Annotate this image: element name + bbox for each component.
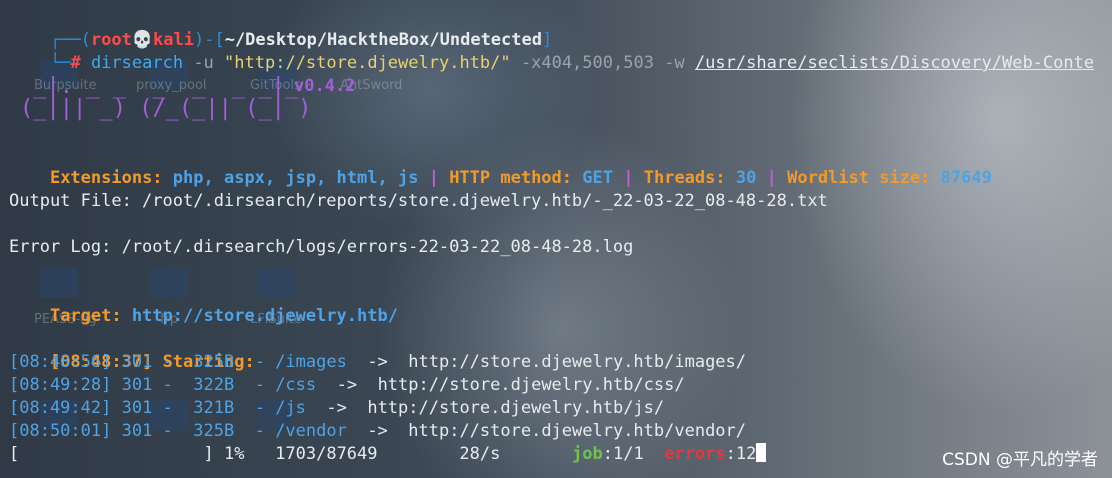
job-value: :1/1 — [602, 444, 644, 464]
banner-art-line1: _|. _ _ _ _ _ _|_ — [20, 74, 299, 99]
command-url: "http://store.djewelry.htb/" — [224, 53, 511, 73]
prompt-hash: # — [70, 53, 81, 73]
job-label: job — [572, 444, 603, 464]
result-status: 301 - — [121, 375, 173, 395]
skull-icon: 💀 — [131, 30, 154, 50]
prompt-close: ] — [541, 30, 553, 50]
target-value: http://store.djewelry.htb/ — [131, 306, 398, 326]
separator: | — [428, 168, 439, 188]
errors-value: :12 — [725, 444, 757, 464]
result-dash: - — [234, 421, 265, 441]
result-path: /js — [275, 398, 306, 418]
result-size: 325B — [172, 352, 235, 372]
extensions-label: Extensions: — [49, 168, 163, 188]
prompt-open-bracket: ┌──( — [49, 30, 91, 50]
prompt-host: kali — [153, 30, 194, 50]
result-row: [08:49:42] 301 - 321B - /js -> http://st… — [9, 397, 1112, 420]
result-arrow: -> — [346, 352, 409, 372]
result-status: 301 - — [121, 352, 173, 372]
result-redirect: http://store.djewelry.htb/js/ — [367, 398, 665, 418]
result-dash: - — [234, 352, 265, 372]
result-path: /vendor — [275, 421, 347, 441]
starting-line: [08:48:37] Starting: — [9, 328, 1112, 372]
result-status: 301 - — [121, 398, 173, 418]
progress-percent: 1% — [223, 444, 245, 464]
result-time: [08:50:01] — [9, 421, 112, 441]
result-size: 322B — [172, 375, 235, 395]
output-file-line: Output File: /root/.dirsearch/reports/st… — [9, 191, 828, 211]
result-time: [08:48:56] — [9, 352, 112, 372]
wordlist-size-value: 87649 — [940, 168, 992, 188]
http-method-value: GET — [582, 168, 613, 188]
progress-bar: [ ] — [9, 444, 214, 464]
command-flag-w: -w — [664, 53, 685, 73]
threads-label: Threads: — [643, 168, 726, 188]
command-wordlist-path: /usr/share/seclists/Discovery/Web-Conte — [694, 53, 1095, 73]
command-flag-x: -x404,500,503 — [520, 53, 654, 73]
result-status: 301 - — [121, 421, 173, 441]
terminal-cursor — [756, 443, 767, 462]
target-label: Target: — [49, 306, 122, 326]
result-size: 325B — [172, 421, 235, 441]
csdn-watermark: CSDN @平凡的学者 — [942, 450, 1098, 470]
separator: | — [766, 168, 777, 188]
result-size: 321B — [172, 398, 235, 418]
progress-rate: 28/s — [459, 444, 501, 464]
result-arrow: -> — [346, 421, 409, 441]
config-line: Extensions: php, aspx, jsp, html, js | H… — [9, 144, 1112, 188]
error-log-line: Error Log: /root/.dirsearch/logs/errors-… — [9, 237, 634, 257]
prompt-mid: )-[ — [193, 30, 225, 50]
result-redirect: http://store.djewelry.htb/css/ — [377, 375, 685, 395]
extensions-value: php, aspx, jsp, html, js — [172, 168, 419, 188]
prompt-cwd: ~/Desktop/HacktheBox/Undetected — [224, 30, 542, 50]
result-time: [08:49:42] — [9, 398, 112, 418]
result-redirect: http://store.djewelry.htb/vendor/ — [408, 421, 747, 441]
banner-art-line2: (_||| _) (/_(_|| (_| ) — [20, 96, 312, 121]
command-program: dirsearch — [90, 53, 184, 73]
command-flag-u: -u — [193, 53, 214, 73]
banner-version: v0.4.2 — [294, 76, 356, 96]
terminal-output[interactable]: ┌──(root💀kali)-[~/Desktop/HacktheBox/Und… — [9, 6, 1112, 73]
result-time: [08:49:28] — [9, 375, 112, 395]
prompt-corner: └─ — [49, 53, 71, 73]
result-path: /images — [275, 352, 347, 372]
http-method-label: HTTP method: — [449, 168, 573, 188]
separator: | — [623, 168, 634, 188]
result-row: [08:49:28] 301 - 322B - /css -> http://s… — [9, 374, 1112, 397]
dirsearch-banner: _|. _ _ _ _ _ _|_ (_||| _) (/_(_|| (_| ) — [20, 76, 311, 120]
target-line: Target: http://store.djewelry.htb/ — [9, 282, 1112, 326]
result-dash: - — [234, 398, 265, 418]
result-row: [08:48:56] 301 - 325B - /images -> http:… — [9, 351, 1112, 374]
result-arrow: -> — [305, 398, 368, 418]
result-redirect: http://store.djewelry.htb/images/ — [408, 352, 747, 372]
wordlist-size-label: Wordlist size: — [787, 168, 931, 188]
result-arrow: -> — [316, 375, 378, 395]
prompt-line: ┌──(root💀kali)-[~/Desktop/HacktheBox/Und… — [9, 6, 1112, 50]
result-dash: - — [234, 375, 265, 395]
errors-label: errors — [664, 444, 726, 464]
result-path: /css — [275, 375, 317, 395]
result-row: [08:50:01] 301 - 325B - /vendor -> http:… — [9, 420, 1112, 443]
progress-count: 1703/87649 — [275, 444, 378, 464]
terminal-body[interactable]: Extensions: php, aspx, jsp, html, js | H… — [9, 144, 1112, 466]
threads-value: 30 — [735, 168, 757, 188]
prompt-user: root — [90, 30, 132, 50]
